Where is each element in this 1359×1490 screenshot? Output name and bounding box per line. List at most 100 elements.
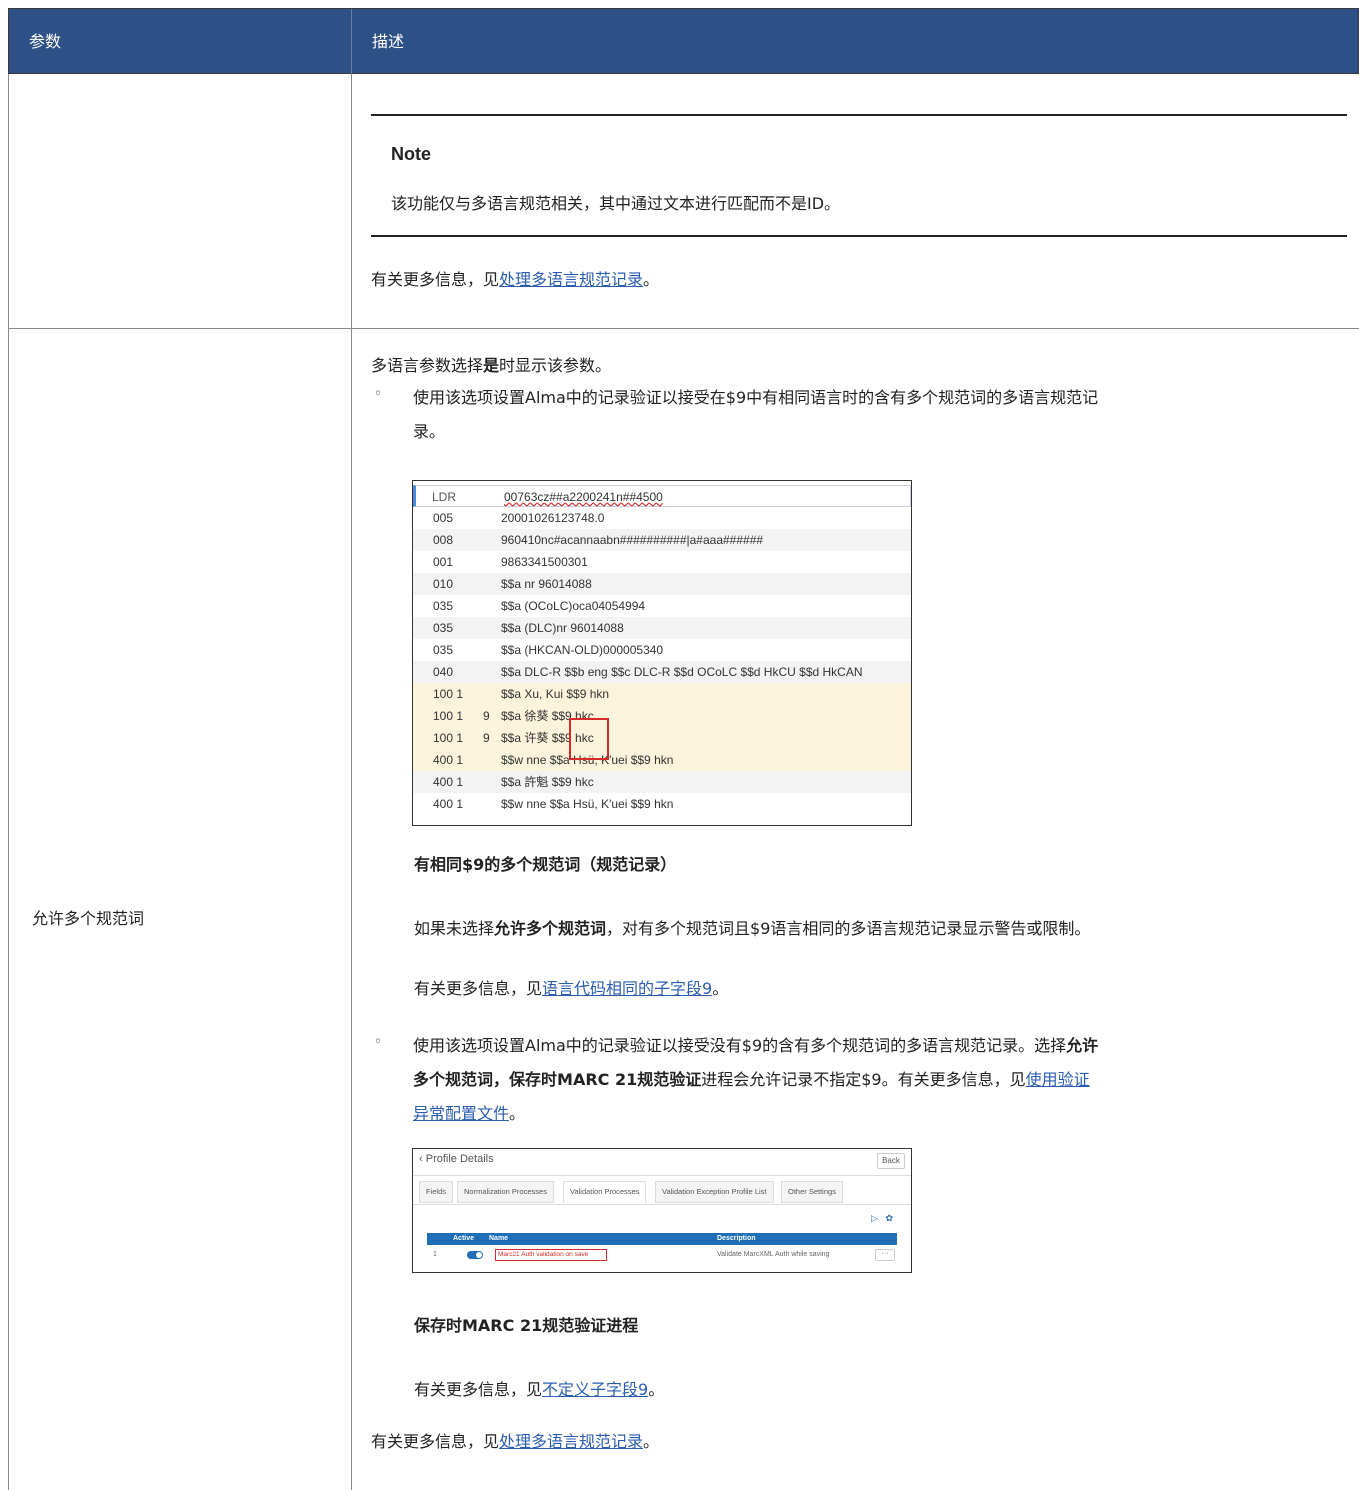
marc-value: 20001026123748.0 xyxy=(501,511,605,525)
title-separator xyxy=(413,1175,911,1176)
more3-suffix: 。 xyxy=(643,1432,660,1451)
more2-suffix: 。 xyxy=(648,1380,665,1399)
process-name-link[interactable]: Marc21 Auth validation on save xyxy=(495,1249,607,1261)
b2-l2-c: MARC 21规范验证 xyxy=(557,1070,702,1089)
parameter-table: 参数 描述 Note 该功能仅与多语言规范相关，其中通过文本进行匹配而不是ID。… xyxy=(8,8,1359,1490)
left-border xyxy=(8,74,9,1490)
marc-value: $$a DLC-R $$b eng $$c DLC-R $$d OCoLC $$… xyxy=(501,665,863,679)
more3-prefix: 有关更多信息，见 xyxy=(371,1432,500,1451)
param-allow-multiple-headings: 允许多个规范词 xyxy=(32,909,145,928)
b2-l1-a: 使用该选项设置Alma中的记录验证以接受没有$9的含有多个规范词的多语言规范记录… xyxy=(413,1036,1067,1055)
marc-value[interactable]: 00763cz##a2200241n##4500 xyxy=(504,486,663,508)
marc-field-row: 400 1 $$a 許魁 $$9 hkc xyxy=(413,771,911,793)
note-bottom-rule xyxy=(371,235,1347,237)
tab-underline xyxy=(413,1204,911,1205)
marc-value: $$a (HKCAN-OLD)000005340 xyxy=(501,643,664,657)
more-info-2: 有关更多信息，见语言代码相同的子字段9。 xyxy=(414,975,728,999)
marc-field-row: 100 1 $$a Xu, Kui $$9 hkn xyxy=(413,683,911,705)
profile-details-screenshot: ‹ Profile Details Back Fields Normalizat… xyxy=(412,1148,912,1273)
marc-tag: LDR xyxy=(432,490,457,504)
tab-other-settings[interactable]: Other Settings xyxy=(781,1181,843,1203)
marc-tag: 005 xyxy=(433,511,454,525)
row-actions-button[interactable]: ··· xyxy=(875,1249,895,1261)
link-subfield9-same-language[interactable]: 语言代码相同的子字段9 xyxy=(542,979,712,998)
marc-value: $$a (OCoLC)oca04054994 xyxy=(501,599,646,613)
more-info-suffix: 。 xyxy=(643,270,660,289)
header-param: 参数 xyxy=(9,9,352,75)
b2-l3-suffix: 。 xyxy=(509,1104,526,1123)
table-row: 1 Marc21 Auth validation on save Validat… xyxy=(427,1247,897,1263)
tab-normalization-processes[interactable]: Normalization Processes xyxy=(457,1181,554,1203)
marc-value: $$a 許魁 $$9 hkc xyxy=(501,775,594,789)
b2-l2-a: 多个规范词 xyxy=(413,1070,494,1089)
marc-tag: 035 xyxy=(433,599,454,613)
active-toggle[interactable] xyxy=(467,1251,483,1259)
link-validation-exception-profile-b[interactable]: 异常配置文件 xyxy=(413,1104,509,1123)
bullet-1-line-2: 录。 xyxy=(413,422,446,441)
marc-tag: 100 1 xyxy=(433,731,464,745)
intro-c: 时显示该参数。 xyxy=(499,356,612,375)
marc-tag: 008 xyxy=(433,533,454,547)
col-name: Name xyxy=(489,1235,509,1242)
more-info-4: 有关更多信息，见处理多语言规范记录。 xyxy=(371,1428,659,1452)
marc-tag: 010 xyxy=(433,577,454,591)
marc-field-row: LDR 00763cz##a2200241n##4500 xyxy=(413,485,911,507)
profile-details-title: ‹ Profile Details xyxy=(419,1153,494,1165)
tab-validation-processes[interactable]: Validation Processes xyxy=(563,1181,647,1203)
tab-fields[interactable]: Fields xyxy=(419,1181,454,1203)
marc-tag: 400 1 xyxy=(433,775,464,789)
b2-l2-b: ，保存时 xyxy=(493,1070,558,1089)
note-text: 该功能仅与多语言规范相关，其中通过文本进行匹配而不是ID。 xyxy=(391,194,841,213)
col-active: Active xyxy=(453,1235,475,1242)
marc-field-row: 005 20001026123748.0 xyxy=(413,507,911,529)
processes-table-header: Active Name Description xyxy=(427,1233,897,1245)
col-description: Description xyxy=(717,1235,756,1242)
marc-value: 960410nc#acannaabn##########|a#aaa###### xyxy=(501,533,764,547)
back-button[interactable]: Back xyxy=(877,1153,905,1169)
caption-marc-record: 有相同$9的多个规范词（规范记录） xyxy=(414,855,677,874)
marc-value: $$w nne $$a Hsü, K'uei $$9 hkn xyxy=(501,797,674,811)
link-multilingual-records-2[interactable]: 处理多语言规范记录 xyxy=(499,1432,643,1451)
marc-tag: 100 1 xyxy=(433,687,464,701)
more-info-prefix: 有关更多信息，见 xyxy=(371,270,500,289)
marc-field-row: 100 1 9 $$a 许葵 $$9 hkc xyxy=(413,727,911,749)
bullet-2: ◦ xyxy=(374,1034,383,1050)
marc-field-row: 400 1 $$w nne $$a Hsü, K'uei $$9 hkn xyxy=(413,793,911,815)
tab-validation-exception-profile-list[interactable]: Validation Exception Profile List xyxy=(655,1181,774,1203)
bullet-2-line-2: 多个规范词，保存时MARC 21规范验证进程会允许记录不指定$9。有关更多信息，… xyxy=(413,1066,1090,1090)
note-top-rule xyxy=(371,114,1347,116)
row-index: 1 xyxy=(433,1251,437,1258)
warn-c: ，对有多个规范词且$9语言相同的多语言规范记录显示警告或限制。 xyxy=(606,919,1091,938)
marc-field-row: 001 9863341500301 xyxy=(413,551,911,573)
intro-a: 多语言参数选择 xyxy=(371,356,484,375)
marc-field-row: 400 1 $$w nne $$a Hsü, K'uei $$9 hkn xyxy=(413,749,911,771)
more-info-1: 有关更多信息，见处理多语言规范记录。 xyxy=(371,266,659,290)
marc-field-row: 010 $$a nr 96014088 xyxy=(413,573,911,595)
toolbar-icons: ▷ ✿ xyxy=(871,1213,893,1224)
note-title: Note xyxy=(391,144,431,164)
marc-value: $$a Xu, Kui $$9 hkn xyxy=(501,687,610,701)
export-icon[interactable]: ▷ xyxy=(871,1213,878,1223)
marc-field-row: 035 $$a (DLC)nr 96014088 xyxy=(413,617,911,639)
link-validation-exception-profile-a[interactable]: 使用验证 xyxy=(1026,1070,1090,1089)
more1-suffix: 。 xyxy=(712,979,729,998)
marc-tag: 035 xyxy=(433,643,454,657)
intro-text: 多语言参数选择是时显示该参数。 xyxy=(371,352,611,376)
header-description: 描述 xyxy=(372,32,405,51)
link-undefined-subfield9[interactable]: 不定义子字段9 xyxy=(542,1380,648,1399)
gear-icon[interactable]: ✿ xyxy=(885,1213,893,1223)
marc-field-row: 035 $$a (HKCAN-OLD)000005340 xyxy=(413,639,911,661)
marc-tag: 035 xyxy=(433,621,454,635)
link-multilingual-records[interactable]: 处理多语言规范记录 xyxy=(499,270,643,289)
more-info-3: 有关更多信息，见不定义子字段9。 xyxy=(414,1376,664,1400)
marc-tag: 400 1 xyxy=(433,797,464,811)
marc-indicator: 9 xyxy=(483,731,490,745)
marc-tag: 400 1 xyxy=(433,753,464,767)
caption-validation-process: 保存时MARC 21规范验证进程 xyxy=(414,1316,639,1335)
warning-paragraph: 如果未选择允许多个规范词，对有多个规范词且$9语言相同的多语言规范记录显示警告或… xyxy=(414,915,1090,939)
marc-field-row: 008 960410nc#acannaabn##########|a#aaa###… xyxy=(413,529,911,551)
bullet-1-line-1: 使用该选项设置Alma中的记录验证以接受在$9中有相同语言时的含有多个规范词的多… xyxy=(413,388,1099,407)
warn-b: 允许多个规范词 xyxy=(494,919,607,938)
b2-l2-d: 进程会允许记录不指定$9。有关更多信息，见 xyxy=(701,1070,1026,1089)
marc-tag: 100 1 xyxy=(433,709,464,723)
